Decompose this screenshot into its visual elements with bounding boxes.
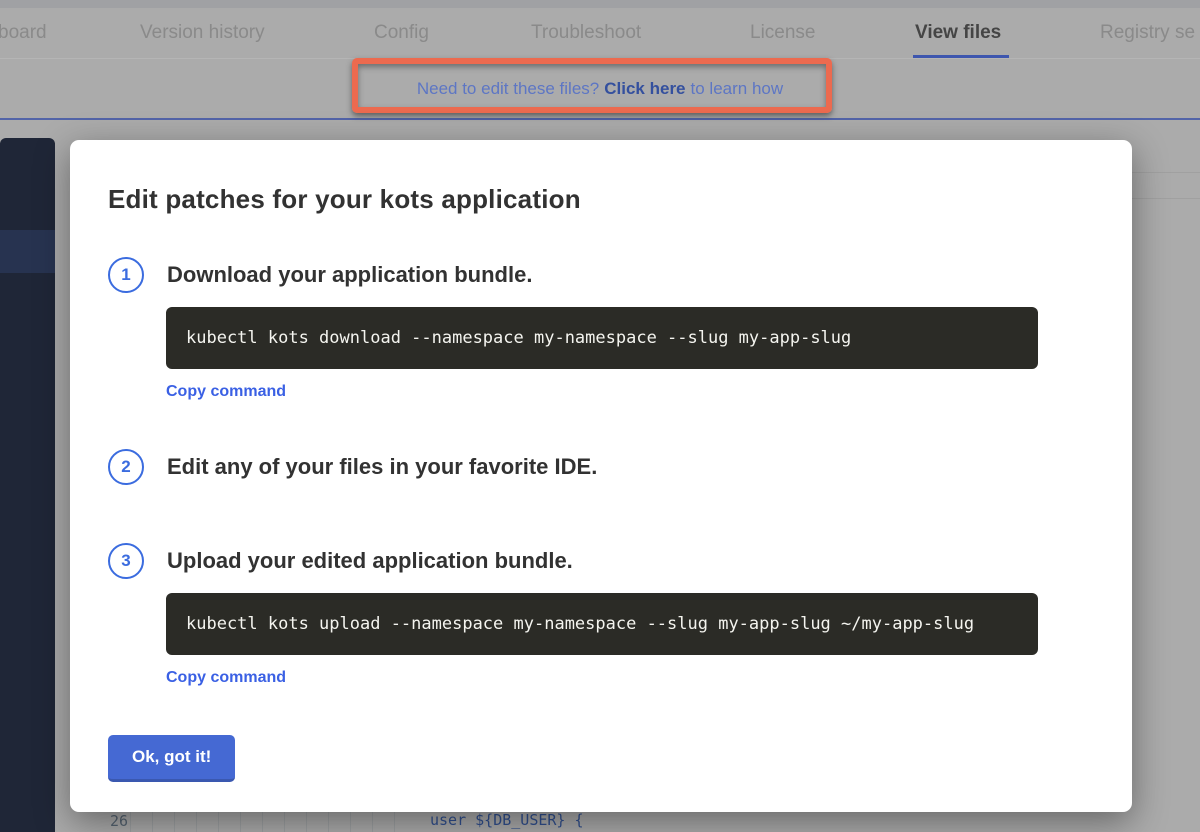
step-2: 2 Edit any of your files in your favorit… [108,449,1094,485]
window-top-edge [0,0,1200,8]
background-row-divider [1125,198,1200,199]
app-nav-bar: board Version history Config Troubleshoo… [0,8,1200,59]
tab-troubleshoot[interactable]: Troubleshoot [531,22,641,44]
step-1: 1 Download your application bundle. [108,257,1094,293]
banner-text-prefix: Need to edit these files? [417,79,599,99]
code-line: user ${DB_USER} { [430,811,584,829]
step-1-heading: Download your application bundle. [167,262,532,288]
step-1-badge: 1 [108,257,144,293]
tab-registry-settings[interactable]: Registry se [1100,22,1195,44]
tab-version-history[interactable]: Version history [140,22,265,44]
upload-command-codeblock: kubectl kots upload --namespace my-names… [166,593,1038,655]
copy-download-command-link[interactable]: Copy command [166,383,286,401]
ok-got-it-button[interactable]: Ok, got it! [108,735,235,782]
step-3-badge: 3 [108,543,144,579]
modal-title: Edit patches for your kots application [108,184,1094,215]
indent-guides [130,810,402,832]
step-3: 3 Upload your edited application bundle. [108,543,1094,579]
active-tab-underline [913,55,1009,58]
line-number: 26 [110,812,128,830]
selected-file-row [0,230,55,273]
tab-config[interactable]: Config [374,22,429,44]
tab-view-files[interactable]: View files [915,22,1001,44]
screen: board Version history Config Troubleshoo… [0,0,1200,832]
download-command-codeblock: kubectl kots download --namespace my-nam… [166,307,1038,369]
step-2-heading: Edit any of your files in your favorite … [167,454,597,480]
banner-text-suffix: to learn how [691,79,784,99]
edit-patches-modal: Edit patches for your kots application 1… [70,140,1132,812]
click-here-link[interactable]: Click here [604,79,685,99]
tab-dashboard[interactable]: board [0,22,47,44]
tab-license[interactable]: License [750,22,816,44]
background-row-divider [1125,172,1200,173]
file-tree-sidebar [0,138,55,832]
step-2-badge: 2 [108,449,144,485]
file-viewer: 26 user ${DB_USER} { [55,810,1200,832]
copy-upload-command-link[interactable]: Copy command [166,669,286,687]
step-3-heading: Upload your edited application bundle. [167,548,573,574]
edit-files-banner: Need to edit these files? Click here to … [0,59,1200,120]
